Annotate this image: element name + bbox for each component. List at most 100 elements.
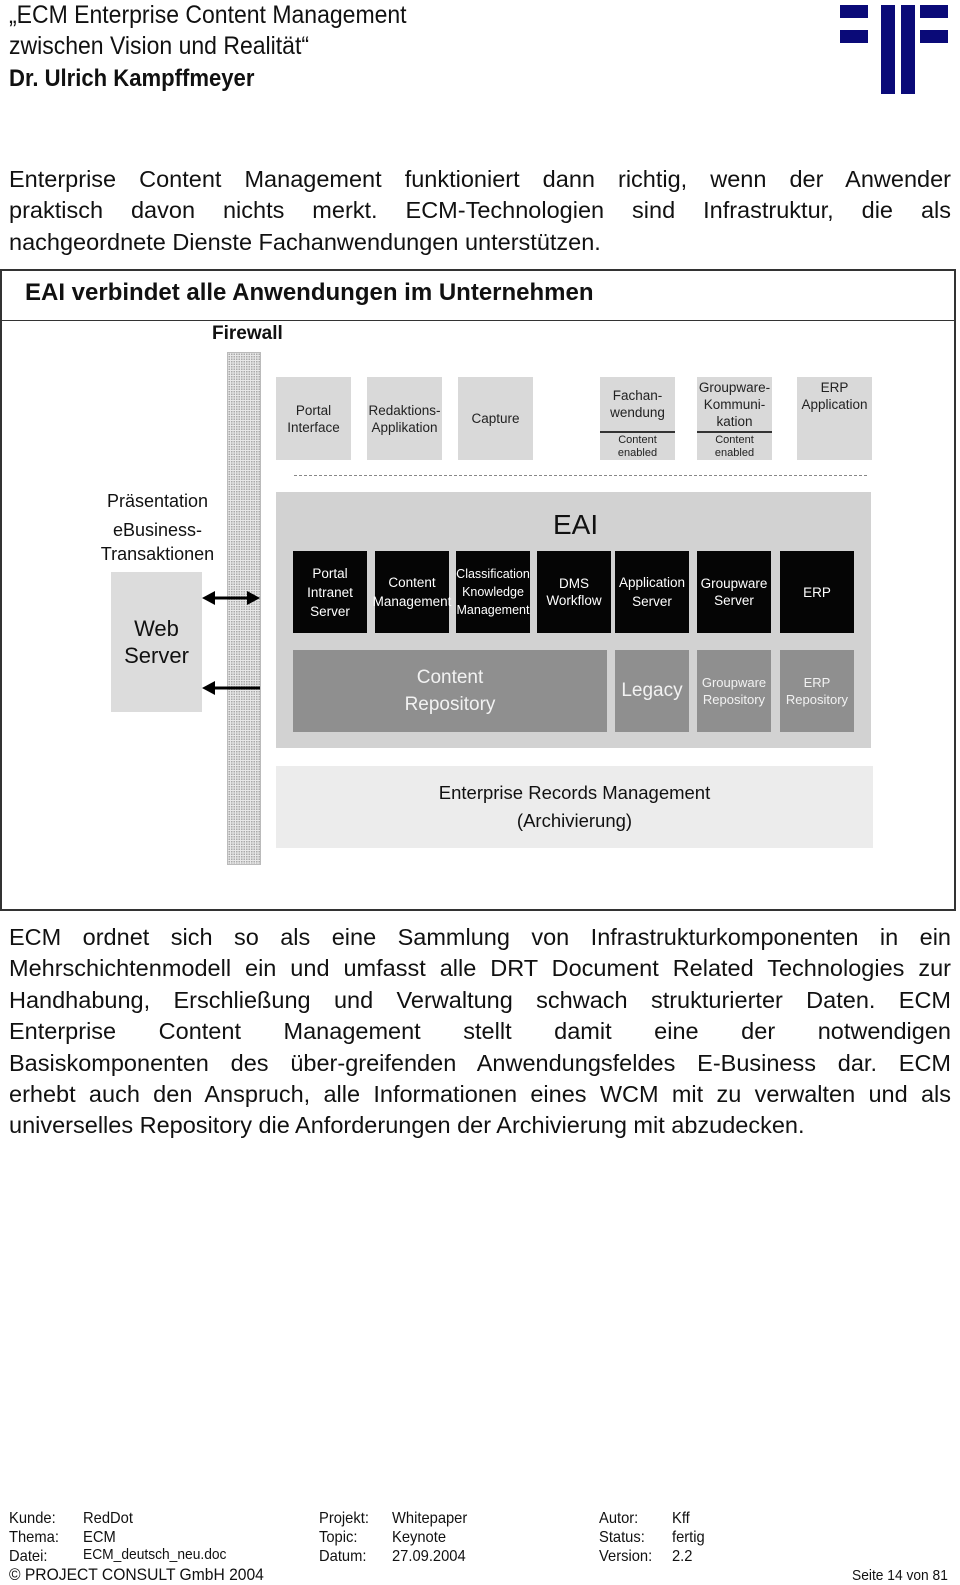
footer-version-label: Version:	[599, 1548, 653, 1565]
document-title-line2: zwischen Vision und Realität“	[9, 32, 310, 60]
server-box-classification-knowledge: Classification Knowledge Management	[456, 551, 530, 633]
server-box-content-management: Content Management	[372, 551, 452, 633]
document-title-line1: „ECM Enterprise Content Management	[9, 1, 407, 29]
sub-label: enabled	[714, 447, 755, 459]
repository-box-erp: ERP Repository	[780, 650, 854, 732]
server-label: Knowledge	[462, 585, 524, 599]
erm-box: Enterprise Records Management (Archivier…	[276, 766, 873, 848]
app-label: wendung	[610, 405, 665, 421]
server-box-erp: ERP	[780, 551, 854, 633]
app-main: Fachan- wendung	[600, 377, 675, 431]
app-label: Interface	[287, 419, 340, 435]
bidirectional-arrow-icon	[202, 591, 260, 605]
repository-label: Groupware	[701, 675, 767, 690]
footer-copyright: © PROJECT CONSULT GmbH 2004	[9, 1565, 264, 1584]
footer-thema-label: Thema:	[9, 1529, 59, 1546]
footer-projekt-label: Projekt:	[319, 1510, 369, 1527]
web-server-label: Server	[124, 643, 189, 668]
server-label: DMS	[558, 576, 589, 591]
paragraph-line: Enterprise Content Management stellt dam…	[9, 1018, 951, 1045]
app-label: Groupware-	[698, 379, 771, 395]
paragraph-line: erhebt auch den Anspruch, alle Informati…	[9, 1081, 951, 1108]
eai-label: EAI	[553, 509, 599, 540]
body-paragraph: ECM ordnet sich so als eine Sammlung von…	[9, 922, 951, 1142]
content-enabled-label: Content enabled	[715, 433, 754, 460]
content-enabled-label: Content enabled	[618, 433, 657, 460]
footer-projekt-value: Whitepaper	[392, 1510, 468, 1527]
paragraph-line: praktisch davon nichts merkt. ECM-Techno…	[9, 197, 951, 224]
footer-topic-value: Keynote	[392, 1529, 447, 1546]
web-server-box: Web Server	[111, 572, 202, 712]
server-label: Application	[618, 575, 686, 590]
sub-label: enabled	[617, 447, 658, 459]
sub-label: Content	[618, 434, 657, 446]
footer-version-value: 2.2	[672, 1548, 693, 1565]
app-label: ERP	[820, 380, 849, 395]
server-label: Portal	[312, 565, 348, 581]
repository-box-content: Content Repository	[293, 650, 607, 732]
footer-status-label: Status:	[599, 1529, 645, 1546]
diagram-title: EAI verbindet alle Anwendungen im Untern…	[25, 279, 594, 306]
server-label: Classification	[456, 567, 530, 581]
repository-label: Repository	[404, 694, 496, 715]
logo-bar	[920, 5, 948, 18]
logo-bar	[840, 30, 868, 43]
server-label: ERP	[803, 584, 831, 600]
server-label: Server	[632, 594, 672, 609]
app-label: Kommuni-	[703, 396, 766, 412]
server-label: Intranet	[307, 584, 353, 600]
server-box-portal-intranet: Portal Intranet Server	[293, 551, 367, 633]
logo-bar	[920, 30, 948, 43]
footer-status-value: fertig	[672, 1529, 705, 1546]
intro-paragraph: Enterprise Content Management funktionie…	[9, 164, 951, 258]
web-server-label: Web	[134, 616, 179, 641]
repository-label: Repository	[702, 692, 766, 707]
ebusiness-label-line: Transaktionen	[100, 544, 215, 564]
footer-kunde-value: RedDot	[83, 1510, 133, 1527]
app-main: Groupware- Kommuni- kation	[697, 377, 772, 431]
app-box-capture: Capture	[458, 377, 533, 460]
footer-kunde-label: Kunde:	[9, 1510, 56, 1527]
server-box-application-server: Application Server	[615, 551, 689, 633]
footer-page-number: Seite 14 von 81	[852, 1567, 948, 1584]
logo-bar	[901, 5, 915, 94]
footer-topic-label: Topic:	[319, 1529, 358, 1546]
server-label: Management	[456, 603, 530, 617]
diagram-title-divider	[0, 320, 956, 321]
server-label: Server	[310, 603, 350, 619]
app-box-erp-application: ERP Application	[797, 377, 872, 460]
paragraph-line: universelles Repository die Anforderunge…	[9, 1112, 805, 1139]
firewall-bar	[227, 352, 261, 865]
logo-bar	[881, 5, 895, 94]
erm-sublabel: (Archivierung)	[516, 810, 633, 831]
repository-box-groupware: Groupware Repository	[697, 650, 771, 732]
server-label: Groupware	[700, 576, 768, 591]
app-box-portal-interface: Portal Interface	[276, 377, 351, 460]
footer-datum-value: 27.09.2004	[392, 1548, 466, 1565]
server-box-dms-workflow: DMS Workflow	[537, 551, 611, 633]
paragraph-line: Mehrschichtenmodell ein und umfasst alle…	[9, 955, 951, 982]
footer-datum-label: Datum:	[319, 1548, 367, 1565]
document-author: Dr. Ulrich Kampffmeyer	[9, 65, 255, 92]
left-arrow-icon	[202, 681, 260, 695]
ebusiness-label-line: eBusiness-	[112, 520, 203, 540]
app-main: ERP Application	[801, 377, 867, 413]
logo-bar	[840, 5, 868, 18]
app-label: Fachan-	[612, 388, 663, 404]
app-box-groupware-kommunikation: Groupware- Kommuni- kation Content enabl…	[697, 377, 772, 460]
paragraph-line: Basiskomponenten des über-greifenden Anw…	[9, 1049, 951, 1076]
paragraph-line: ECM ordnet sich so als eine Sammlung von…	[9, 924, 951, 950]
document-title: „ECM Enterprise Content Management zwisc…	[9, 0, 407, 62]
paragraph-line: nachgeordnete Dienste Fachanwendungen un…	[9, 228, 601, 255]
app-box-fachanwendung: Fachan- wendung Content enabled	[600, 377, 675, 460]
server-label: Server	[714, 593, 754, 608]
app-label: Capture	[471, 411, 520, 426]
paragraph-line: Enterprise Content Management funktionie…	[9, 166, 951, 192]
app-label: Redaktions-	[368, 402, 441, 418]
dashed-separator	[294, 475, 867, 476]
app-label: Applikation	[371, 419, 438, 435]
app-label: kation	[716, 413, 753, 429]
server-label: Management	[372, 594, 452, 609]
repository-label: Legacy	[621, 680, 683, 701]
repository-label: ERP	[803, 675, 831, 690]
